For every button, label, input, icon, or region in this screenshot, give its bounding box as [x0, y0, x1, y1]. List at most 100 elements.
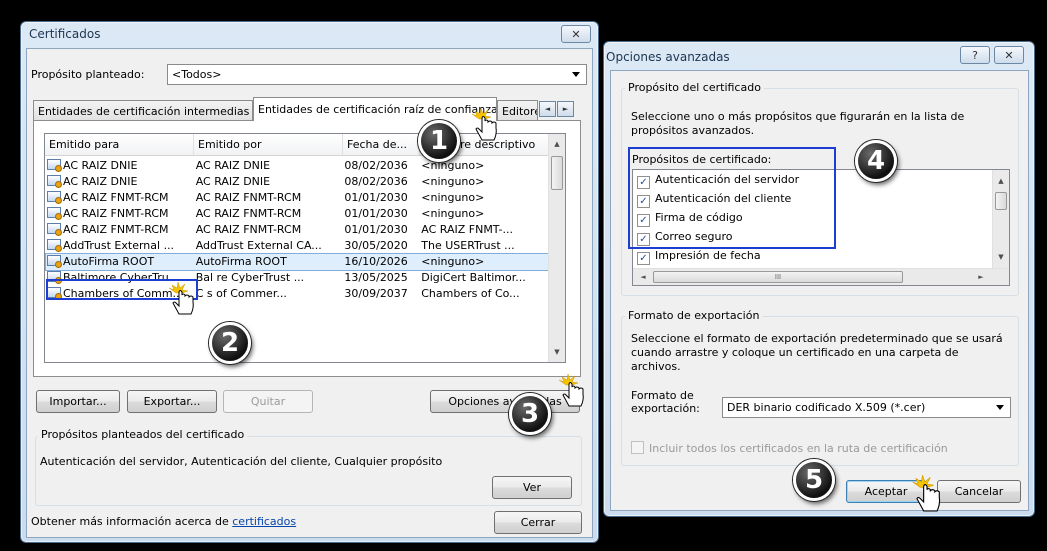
cell-text: AutoFirma ROOT: [63, 255, 155, 268]
cell-text: <ninguno>: [421, 159, 485, 172]
tab-scroll-left-button[interactable]: ◄: [539, 101, 556, 117]
cell-text: <ninguno>: [421, 191, 485, 204]
cell-text: AC RAIZ DNIE: [63, 159, 138, 172]
table-row[interactable]: AddTrust External ... AddTrust External C…: [46, 238, 549, 254]
tab-label: Editore: [502, 104, 538, 118]
table-cell: C s of Commer...: [195, 286, 344, 302]
tab-intermedias[interactable]: Entidades de certificación intermedias: [33, 100, 253, 121]
cell-text: AddTrust External CA...: [195, 239, 322, 252]
table-cell: AC RAIZ DNIE: [195, 158, 344, 174]
formato-combo[interactable]: DER binario codificado X.509 (*.cer): [722, 397, 1011, 418]
table-cell: AC RAIZ DNIE: [195, 174, 344, 190]
formato-desc: Seleccione el formato de exportación pre…: [631, 332, 1003, 373]
table-cell: AC RAIZ FNMT-RCM: [46, 206, 195, 222]
chevron-right-icon: ►: [562, 105, 569, 113]
table-cell: AC RAIZ FNMT-RCM: [46, 222, 195, 238]
formato-label: Formato de exportación:: [631, 389, 700, 415]
table-row[interactable]: AC RAIZ DNIE AC RAIZ DNIE 08/02/2036 <ningu…: [46, 174, 549, 190]
incluir-option[interactable]: Incluir todos los certificados en la rut…: [631, 441, 948, 455]
table-cell: <ninguno>: [420, 174, 549, 190]
cancelar-button[interactable]: Cancelar: [937, 480, 1021, 503]
cell-text: AutoFirma ROOT: [195, 255, 287, 268]
tab-scroll-right-button[interactable]: ►: [557, 101, 574, 117]
incluir-label: Incluir todos los certificados en la rut…: [649, 442, 948, 455]
chevron-down-icon: [572, 72, 580, 77]
scroll-down-button[interactable]: ▼: [993, 249, 1009, 265]
purpose-item[interactable]: ✓ Impresión de fecha: [637, 247, 761, 265]
certificados-link[interactable]: certificados: [232, 515, 296, 528]
list-vertical-scrollbar[interactable]: ▲ ▼: [548, 134, 565, 362]
help-button[interactable]: ?: [960, 46, 990, 64]
table-cell: DigiCert Baltimor...: [420, 270, 549, 286]
table-cell: AC RAIZ FNMT-RCM: [195, 206, 344, 222]
table-row[interactable]: AC RAIZ FNMT-RCM AC RAIZ FNMT-RCM 01/01/20…: [46, 222, 549, 238]
table-cell: 13/05/2025: [343, 270, 420, 286]
table-row[interactable]: AC RAIZ DNIE AC RAIZ DNIE 08/02/2036 <ningu…: [46, 158, 549, 174]
purpose-label: Impresión de fecha: [655, 249, 761, 262]
cell-text: AC RAIZ DNIE: [195, 159, 271, 172]
step-badge-4: 4: [855, 140, 897, 182]
table-cell: <ninguno>: [420, 254, 549, 270]
scroll-right-button[interactable]: ►: [973, 269, 989, 285]
column-fecha[interactable]: Fecha de...: [343, 134, 420, 155]
hscroll-thumb[interactable]: III: [653, 271, 903, 283]
scroll-up-button[interactable]: ▲: [993, 173, 1009, 189]
hand-pointer-icon: [168, 281, 194, 315]
table-row[interactable]: AutoFirma ROOT AutoFirma ROOT 16/10/2026 <n…: [45, 253, 550, 271]
chevron-down-icon: [996, 405, 1004, 410]
chevron-left-icon: ◄: [544, 105, 551, 113]
scroll-thumb[interactable]: [995, 192, 1007, 210]
cell-text: C s of Commer...: [195, 287, 287, 300]
tab-label: Entidades de certificación raíz de confi…: [258, 103, 497, 116]
scroll-up-button[interactable]: ▲: [549, 136, 565, 152]
propositos-vertical-scrollbar[interactable]: ▲ ▼: [992, 170, 1009, 268]
propositos-horizontal-scrollbar[interactable]: ◄ III ►: [633, 268, 1009, 285]
scroll-left-button[interactable]: ◄: [635, 269, 651, 285]
cell-text: AC RAIZ FNMT-RCM: [63, 191, 169, 204]
cell-text: AC RAIZ DNIE: [63, 175, 138, 188]
exportar-button[interactable]: Exportar...: [127, 390, 217, 413]
proposito-certificado-title: Propósito del certificado: [625, 81, 764, 94]
cell-text: 13/05/2025: [344, 271, 408, 284]
close-button[interactable]: ✕: [994, 46, 1024, 64]
hand-pointer-icon: [558, 373, 584, 407]
column-emitido-para[interactable]: Emitido para: [45, 134, 194, 155]
cell-text: 01/01/2030: [344, 207, 408, 220]
cell-text: Chambers of Co...: [421, 287, 520, 300]
opciones-client: Propósito del certificado Seleccione uno…: [610, 70, 1029, 511]
scroll-thumb[interactable]: [551, 156, 563, 190]
table-row[interactable]: AC RAIZ FNMT-RCM AC RAIZ FNMT-RCM 01/01/20…: [46, 206, 549, 222]
cell-text: AC RAIZ FNMT-RCM: [195, 207, 302, 220]
certificate-icon: [47, 255, 62, 268]
cell-text: 30/05/2020: [344, 239, 408, 252]
tab-editores[interactable]: Editore: [497, 100, 538, 121]
close-button[interactable]: ✕: [561, 25, 591, 43]
scroll-down-button[interactable]: ▼: [549, 344, 565, 360]
cell-text: AC RAIZ DNIE: [195, 175, 271, 188]
cerrar-button[interactable]: Cerrar: [494, 511, 582, 534]
step-badge-2: 2: [209, 322, 251, 364]
table-cell: 08/02/2036: [343, 174, 420, 190]
tab-label: Entidades de certificación intermedias: [38, 104, 250, 118]
table-cell: 01/01/2030: [343, 190, 420, 206]
table-cell: 30/09/2037: [343, 286, 420, 302]
table-cell: AC RAIZ FNMT-...: [420, 222, 549, 238]
purpose-checkbox[interactable]: ✓: [637, 252, 650, 265]
hand-pointer-icon: [912, 475, 941, 512]
close-icon: ✕: [571, 27, 581, 41]
cell-text: 08/02/2036: [344, 175, 408, 188]
cell-text: AC RAIZ FNMT-RCM: [63, 207, 169, 220]
proposito-label: Propósito planteado:: [31, 68, 145, 81]
table-row[interactable]: AC RAIZ FNMT-RCM AC RAIZ FNMT-RCM 01/01/20…: [46, 190, 549, 206]
importar-button[interactable]: Importar...: [36, 390, 120, 413]
incluir-checkbox[interactable]: [631, 441, 644, 454]
table-cell: AC RAIZ FNMT-RCM: [195, 190, 344, 206]
table-cell: 16/10/2026: [343, 254, 420, 270]
quitar-button[interactable]: Quitar: [223, 390, 313, 413]
column-emitido-por[interactable]: Emitido por: [194, 134, 343, 155]
ver-button[interactable]: Ver: [492, 476, 572, 499]
tab-raiz-confianza[interactable]: Entidades de certificación raíz de confi…: [253, 97, 497, 121]
proposito-combo[interactable]: <Todos>: [167, 64, 587, 85]
cell-text: AC RAIZ FNMT-RCM: [195, 223, 302, 236]
certificate-list[interactable]: Emitido para Emitido por Fecha de... re …: [44, 133, 566, 363]
